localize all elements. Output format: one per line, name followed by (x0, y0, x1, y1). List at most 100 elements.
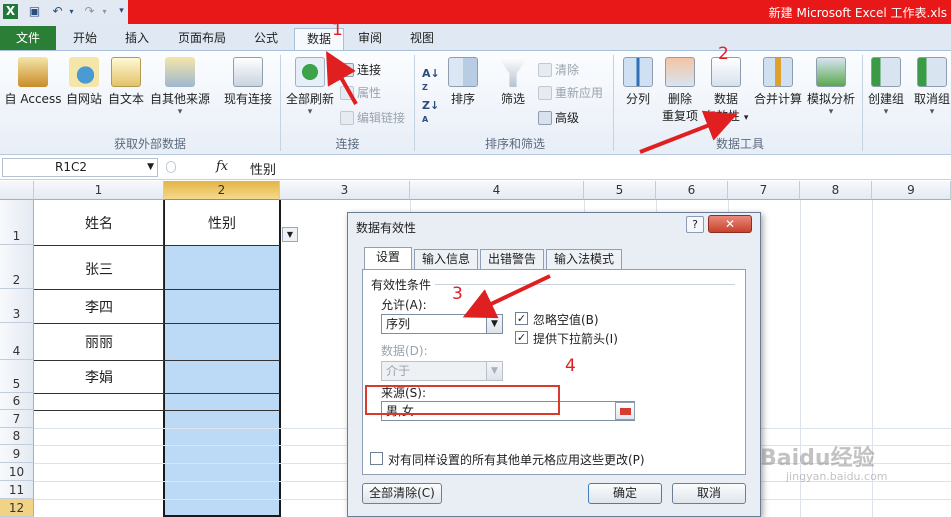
text-to-columns-label: 分列 (625, 92, 650, 106)
row-header[interactable]: 8 (0, 428, 34, 445)
tab-formulas[interactable]: 公式 (246, 28, 286, 50)
properties-label: 属性 (357, 86, 382, 100)
customize-quick-access-icon[interactable]: ▾ (114, 4, 129, 19)
row-header[interactable]: 6 (0, 393, 34, 410)
tab-review[interactable]: 审阅 (350, 28, 390, 50)
name-box-dropdown-icon[interactable]: ▼ (147, 159, 154, 176)
cancel-button[interactable]: 取消 (672, 483, 746, 504)
undo-dropdown-icon[interactable]: ▾ (64, 4, 79, 19)
ungroup-button[interactable]: 取消组 ▾ (910, 57, 951, 117)
data-validation-dialog: 数据有效性 ? ✕ 设置 输入信息 出错警告 输入法模式 有效性条件 允许(A)… (347, 212, 761, 517)
cell-name[interactable]: 李娟 (34, 367, 164, 387)
properties-button[interactable]: 属性 (340, 84, 381, 101)
refresh-all-button[interactable]: 全部刷新 ▾ (284, 57, 336, 117)
in-cell-dropdown-checkbox[interactable]: ✓ (515, 331, 528, 344)
column-header[interactable]: 3 (280, 181, 410, 200)
cell-dropdown-arrow-icon[interactable]: ▼ (282, 227, 298, 242)
row-header[interactable]: 9 (0, 445, 34, 463)
name-box[interactable]: R1C2 ▼ (2, 158, 158, 177)
cell-gender-header[interactable]: 性别 (164, 213, 280, 233)
from-access-button[interactable]: 自 Access (4, 57, 62, 107)
clear-filter-button[interactable]: 清除 (538, 61, 579, 78)
chevron-down-icon[interactable]: ▼ (486, 362, 502, 380)
row-header[interactable]: 4 (0, 323, 34, 360)
column-header[interactable]: 8 (800, 181, 872, 200)
sort-button[interactable]: 排序 (446, 57, 480, 107)
chevron-down-icon[interactable]: ▼ (486, 315, 502, 333)
formula-input[interactable]: 性别 (250, 159, 276, 178)
cell-name[interactable]: 李四 (34, 297, 164, 317)
formula-bar-handle-icon[interactable] (166, 161, 176, 173)
connections-button[interactable]: 连接 (340, 61, 381, 78)
ok-button[interactable]: 确定 (588, 483, 662, 504)
column-header[interactable]: 7 (728, 181, 800, 200)
insert-function-icon[interactable]: fx (216, 159, 228, 174)
filter-button[interactable]: 筛选 (496, 57, 530, 107)
advanced-filter-button[interactable]: 高级 (538, 109, 579, 126)
allow-select[interactable]: 序列 ▼ (381, 314, 503, 334)
apply-all-checkbox[interactable] (370, 452, 383, 465)
row-header[interactable]: 11 (0, 481, 34, 499)
row-header[interactable]: 2 (0, 245, 34, 289)
help-icon[interactable]: ? (686, 216, 704, 233)
text-to-columns-icon (623, 57, 653, 87)
sort-descending-button[interactable]: Z↓ A (422, 99, 439, 125)
clear-all-button[interactable]: 全部清除(C) (362, 483, 442, 504)
sort-ascending-button[interactable]: A↓ Z (422, 67, 440, 93)
cell-name-header[interactable]: 姓名 (34, 213, 164, 233)
row-header[interactable]: 3 (0, 289, 34, 323)
column-header[interactable]: 4 (410, 181, 584, 200)
row-header[interactable]: 5 (0, 360, 34, 393)
range-picker-icon[interactable] (615, 402, 635, 420)
row-header[interactable]: 10 (0, 463, 34, 481)
edit-links-button[interactable]: 编辑链接 (340, 109, 405, 126)
column-header-selected[interactable]: 2 (164, 181, 280, 200)
row-header[interactable]: 1 (0, 200, 34, 245)
column-header[interactable]: 6 (656, 181, 728, 200)
tab-ime-mode[interactable]: 输入法模式 (546, 249, 622, 269)
group-button[interactable]: 创建组 ▾ (866, 57, 906, 117)
ignore-blank-checkbox[interactable]: ✓ (515, 312, 528, 325)
data-select[interactable]: 介于 ▼ (381, 361, 503, 381)
tab-insert[interactable]: 插入 (116, 28, 158, 50)
gridline (34, 323, 280, 324)
undo-icon[interactable]: ↶ (50, 4, 65, 19)
allow-label: 允许(A): (381, 298, 427, 312)
column-header[interactable]: 9 (872, 181, 951, 200)
reapply-button[interactable]: 重新应用 (538, 84, 603, 101)
redo-dropdown-icon[interactable]: ▾ (97, 4, 112, 19)
connections-label: 连接 (357, 63, 382, 77)
remove-duplicates-button[interactable]: 删除 重复项 (658, 57, 702, 124)
what-if-analysis-button[interactable]: 模拟分析 ▾ (804, 57, 858, 117)
close-icon[interactable]: ✕ (708, 215, 752, 233)
select-all-corner[interactable] (0, 181, 34, 200)
tab-page-layout[interactable]: 页面布局 (170, 28, 234, 50)
title-bar: X ▣ ↶ ▾ ↷ ▾ ▾ 新建 Microsoft Excel 工作表.xls (0, 0, 951, 24)
text-to-columns-button[interactable]: 分列 (618, 57, 658, 107)
tab-input-message[interactable]: 输入信息 (414, 249, 478, 269)
tab-file[interactable]: 文件 (0, 26, 56, 50)
properties-icon (340, 86, 354, 100)
redo-icon[interactable]: ↷ (82, 4, 97, 19)
reapply-label: 重新应用 (555, 86, 604, 100)
save-icon[interactable]: ▣ (27, 4, 42, 19)
consolidate-button[interactable]: 合并计算 (752, 57, 804, 107)
existing-connections-button[interactable]: 现有连接 (222, 57, 274, 107)
row-header[interactable]: 7 (0, 410, 34, 428)
data-label: 数据(D): (381, 344, 428, 358)
row-header[interactable]: 12 (0, 499, 34, 517)
row-number: 12 (8, 501, 25, 515)
column-header[interactable]: 5 (584, 181, 656, 200)
cell-name[interactable]: 张三 (34, 259, 164, 279)
tab-error-alert[interactable]: 出错警告 (480, 249, 544, 269)
tab-home[interactable]: 开始 (64, 28, 106, 50)
from-text-button[interactable]: 自文本 (106, 57, 146, 107)
tab-view[interactable]: 视图 (402, 28, 442, 50)
cell-name[interactable]: 丽丽 (34, 332, 164, 352)
access-icon (18, 57, 48, 87)
column-header[interactable]: 1 (34, 181, 164, 200)
from-other-sources-button[interactable]: 自其他来源 ▾ (148, 57, 212, 117)
data-validation-button[interactable]: 数据 有效性 ▾ (704, 57, 748, 124)
tab-settings[interactable]: 设置 (364, 247, 412, 270)
from-web-button[interactable]: 自网站 (64, 57, 104, 107)
